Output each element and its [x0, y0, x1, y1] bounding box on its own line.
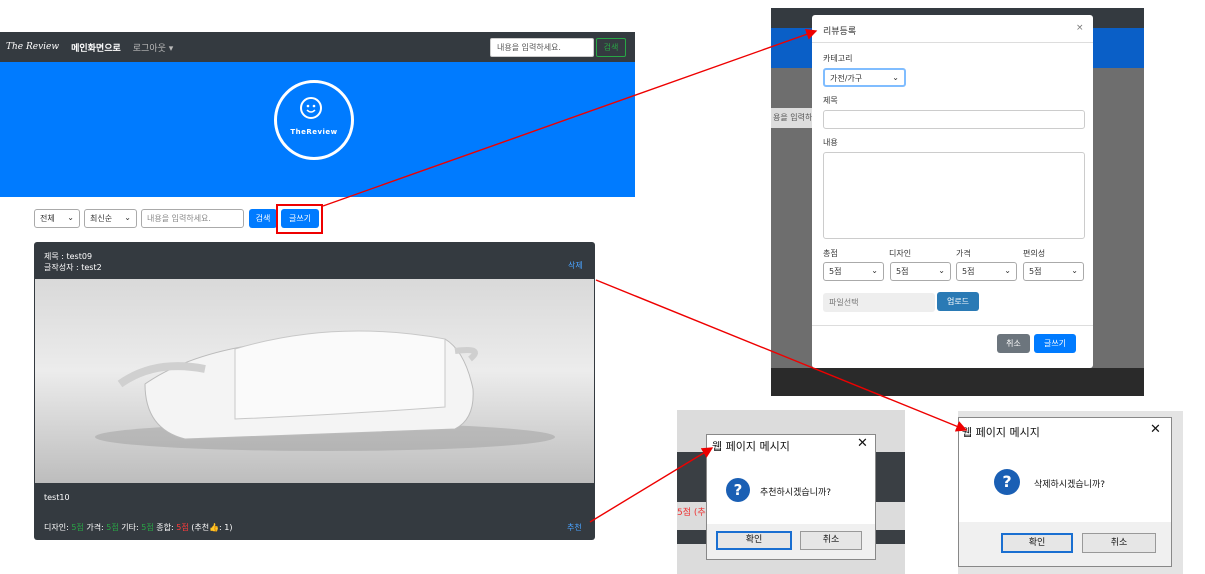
rating-design-label: 디자인 [889, 249, 912, 258]
modal-backdrop-input: 용을 입력하 [771, 108, 813, 128]
nav-search-button[interactable]: 검색 [596, 38, 626, 57]
site-logo-circle [274, 80, 354, 160]
modal-title-input[interactable] [823, 110, 1085, 129]
modal-category-select[interactable]: 가전/가구 ⌄ [823, 68, 906, 87]
nav-home-link[interactable]: 메인화면으로 [71, 41, 121, 54]
divider [812, 42, 1093, 43]
nav-search-input[interactable]: 내용을 입력하세요. [490, 38, 594, 57]
rating-convenience-select[interactable]: 5점 ⌄ [1023, 262, 1084, 281]
question-icon: ? [726, 478, 750, 502]
rating-design-value: 5점 [896, 267, 909, 276]
filter-search-input[interactable]: 내용을 입력하세요. [141, 209, 244, 228]
brand-logo[interactable]: The Review [6, 42, 59, 52]
rating-price-value: 5점 [962, 267, 975, 276]
chevron-down-icon: ⌄ [124, 213, 131, 222]
content-label: 내용 [823, 138, 838, 147]
modal-cancel-button[interactable]: 취소 [997, 334, 1030, 353]
recommend-cancel-button[interactable]: 취소 [800, 531, 862, 550]
file-select-input[interactable]: 파일선택 [823, 293, 935, 312]
recommend-ok-button[interactable]: 확인 [716, 531, 792, 550]
sort-select[interactable]: 최신순 ⌄ [84, 209, 137, 228]
rating-total-value: 5점 [829, 267, 842, 276]
close-icon[interactable]: ✕ [857, 436, 868, 451]
rating-design-value: 5점 [71, 523, 84, 532]
chevron-down-icon: ⌄ [1071, 266, 1078, 275]
rating-design-label: 디자인: [44, 523, 69, 532]
close-icon[interactable]: × [1076, 23, 1084, 33]
navbar: The Review 메인화면으로 로그아웃 ▾ 내용을 입력하세요. 검색 [0, 32, 635, 62]
chevron-down-icon: ⌄ [1004, 266, 1011, 275]
delete-link[interactable]: 삭제 [568, 260, 583, 271]
modal-backdrop-footer [771, 368, 1144, 396]
filter-search-button[interactable]: 검색 [249, 209, 277, 228]
rating-total-label: 총점 [823, 249, 838, 258]
upload-button[interactable]: 업로드 [937, 292, 979, 311]
chevron-down-icon: ⌄ [938, 266, 945, 275]
recommend-link[interactable]: 추천 [567, 522, 582, 533]
review-author: 글작성자 : test2 [44, 263, 102, 272]
review-ratings: 디자인: 5점 가격: 5점 기타: 5점 종합: 5점 (추천👍: 1) [44, 522, 233, 533]
nav-logout-dropdown[interactable]: 로그아웃 ▾ [133, 41, 174, 54]
rating-other-value: 5점 [141, 523, 154, 532]
rating-total-select[interactable]: 5점 ⌄ [823, 262, 884, 281]
delete-cancel-button[interactable]: 취소 [1082, 533, 1156, 553]
delete-ok-button[interactable]: 확인 [1001, 533, 1073, 553]
delete-dialog-message: 삭제하시겠습니까? [1034, 480, 1106, 490]
sort-select-value: 최신순 [90, 214, 113, 223]
recommend-count: (추천👍: 1) [191, 523, 233, 532]
modal-submit-button[interactable]: 글쓰기 [1034, 334, 1076, 353]
smiley-icon [300, 97, 322, 119]
review-content: test10 [44, 493, 70, 502]
rating-convenience-value: 5점 [1029, 267, 1042, 276]
rating-total-value: 5점 [176, 523, 189, 532]
category-select-value: 전체 [40, 214, 55, 223]
title-label: 제목 [823, 96, 838, 105]
rating-price-select[interactable]: 5점 ⌄ [956, 262, 1017, 281]
category-label: 카테고리 [823, 54, 853, 63]
recommend-dialog-message: 추천하시겠습니까? [760, 488, 832, 498]
recommend-dialog-title: 웹 페이지 메시지 [712, 440, 790, 453]
delete-dialog-title: 웹 페이지 메시지 [962, 426, 1040, 439]
rating-convenience-label: 편의성 [1023, 249, 1046, 258]
chevron-down-icon: ⌄ [871, 266, 878, 275]
logo-text: TheReview [290, 128, 338, 136]
review-image [35, 279, 594, 483]
modal-content-textarea[interactable] [823, 152, 1085, 239]
modal-category-value: 가전/가구 [830, 74, 863, 83]
rating-design-select[interactable]: 5점 ⌄ [890, 262, 951, 281]
close-icon[interactable]: ✕ [1150, 422, 1161, 437]
question-icon: ? [994, 469, 1020, 495]
write-button[interactable]: 글쓰기 [281, 209, 319, 228]
rating-price-value: 5점 [106, 523, 119, 532]
chevron-down-icon: ⌄ [892, 73, 899, 82]
modal-title: 리뷰등록 [823, 27, 857, 37]
backdrop-rating-text: 5점 (추 [677, 508, 706, 518]
divider [812, 325, 1093, 326]
bag-illustration [95, 330, 555, 451]
rating-total-label: 종합: [156, 523, 174, 532]
rating-price-label: 가격: [86, 523, 104, 532]
category-select[interactable]: 전체 ⌄ [34, 209, 80, 228]
chevron-down-icon: ⌄ [67, 213, 74, 222]
rating-other-label: 기타: [121, 523, 139, 532]
review-title: 제목 : test09 [44, 252, 93, 261]
rating-price-label: 가격 [956, 249, 971, 258]
